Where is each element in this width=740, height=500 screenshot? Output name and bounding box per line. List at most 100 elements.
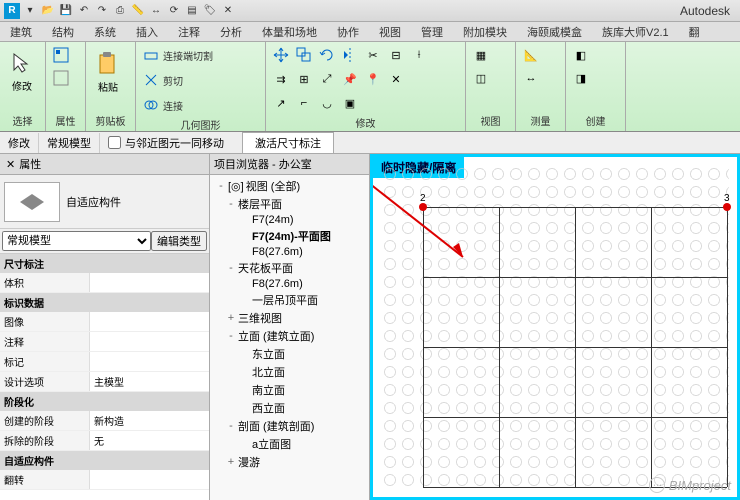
array-icon[interactable]: ⊞ bbox=[293, 68, 315, 90]
join-icon[interactable] bbox=[140, 94, 162, 116]
tab-addins[interactable]: 附加模块 bbox=[453, 22, 517, 41]
hide-icon[interactable]: ◫ bbox=[470, 67, 492, 89]
align-icon[interactable]: ⊟ bbox=[385, 44, 407, 66]
tree-node[interactable]: 南立面 bbox=[212, 381, 367, 399]
tab-struct[interactable]: 结构 bbox=[42, 22, 84, 41]
extend-icon[interactable]: ↗ bbox=[270, 92, 292, 114]
cut-icon[interactable] bbox=[140, 69, 162, 91]
modify-button[interactable]: 修改 bbox=[4, 44, 40, 100]
panel-create-label: 创建 bbox=[570, 112, 621, 129]
tree-node[interactable]: 东立面 bbox=[212, 345, 367, 363]
tab-arch[interactable]: 建筑 bbox=[0, 22, 42, 41]
split-icon[interactable]: ⟊ bbox=[408, 44, 430, 66]
tree-node[interactable]: 西立面 bbox=[212, 399, 367, 417]
tab-manage[interactable]: 管理 bbox=[411, 22, 453, 41]
tab-family[interactable]: 族库大师V2.1 bbox=[592, 22, 679, 41]
tab-more[interactable]: 翻 bbox=[679, 22, 710, 41]
qat-close-icon[interactable]: ✕ bbox=[220, 3, 236, 19]
move-icon[interactable] bbox=[270, 44, 292, 66]
create2-icon[interactable]: ◨ bbox=[570, 67, 592, 89]
tree-node[interactable]: 一层吊顶平面 bbox=[212, 291, 367, 309]
grid-point-3[interactable] bbox=[723, 203, 731, 211]
tab-view[interactable]: 视图 bbox=[369, 22, 411, 41]
project-tree[interactable]: -[◎]视图 (全部) -楼层平面F7(24m)F7(24m)-平面图F8(27… bbox=[210, 175, 369, 500]
tree-node[interactable]: +漫游 bbox=[212, 453, 367, 471]
tab-mass[interactable]: 体量和场地 bbox=[252, 22, 327, 41]
measure-icon[interactable]: 📐 bbox=[520, 44, 542, 66]
prop-row[interactable]: 注释 bbox=[0, 332, 209, 352]
prop-row[interactable]: 创建的阶段新构造 bbox=[0, 411, 209, 431]
tree-root[interactable]: 视图 (全部) bbox=[246, 178, 300, 194]
edit-type-button[interactable]: 编辑类型 bbox=[151, 231, 207, 251]
panel-view-label: 视图 bbox=[470, 112, 511, 129]
prop-row[interactable]: 拆除的阶段无 bbox=[0, 431, 209, 451]
unpin-icon[interactable]: 📍 bbox=[362, 68, 384, 90]
props-title: 属性 bbox=[19, 156, 41, 172]
prop-section: 阶段化 bbox=[0, 392, 209, 411]
prop-row[interactable]: 翻转 bbox=[0, 470, 209, 490]
qat-open-icon[interactable]: 📂 bbox=[40, 3, 56, 19]
create-icon[interactable]: ◧ bbox=[570, 44, 592, 66]
qat-new-icon[interactable]: ▾ bbox=[22, 3, 38, 19]
props-icon[interactable] bbox=[50, 44, 72, 66]
tree-node[interactable]: F8(27.6m) bbox=[212, 277, 367, 291]
tree-node[interactable]: +三维视图 bbox=[212, 309, 367, 327]
trim-icon[interactable]: ✂ bbox=[362, 44, 384, 66]
drawing-canvas[interactable]: 临时隐藏/隔离 2 3 ⋯BIMproject bbox=[370, 154, 740, 500]
type-props-icon[interactable] bbox=[50, 67, 72, 89]
qat-save-icon[interactable]: 💾 bbox=[58, 3, 74, 19]
browser-title: 项目浏览器 - 办公室 bbox=[214, 159, 312, 171]
qat-sync-icon[interactable]: ⟳ bbox=[166, 3, 182, 19]
pin-icon[interactable]: 📌 bbox=[339, 68, 361, 90]
qat-print-icon[interactable]: ⎙ bbox=[112, 3, 128, 19]
context-generic-model[interactable]: 常规模型 bbox=[39, 133, 100, 153]
scale-icon[interactable]: ⤢ bbox=[316, 68, 338, 90]
tree-node[interactable]: F7(24m)-平面图 bbox=[212, 227, 367, 245]
qat-measure-icon[interactable]: 📏 bbox=[130, 3, 146, 19]
qat-redo-icon[interactable]: ↷ bbox=[94, 3, 110, 19]
activate-dimensions-button[interactable]: 激活尺寸标注 bbox=[242, 132, 334, 154]
tree-node[interactable]: -立面 (建筑立面) bbox=[212, 327, 367, 345]
group-icon[interactable]: ▣ bbox=[339, 92, 361, 114]
cope-label: 连接端切割 bbox=[163, 48, 213, 63]
arc-icon[interactable]: ◡ bbox=[316, 92, 338, 114]
tab-annotate[interactable]: 注释 bbox=[168, 22, 210, 41]
dim-icon[interactable]: ↔ bbox=[520, 67, 542, 89]
prop-row[interactable]: 标记 bbox=[0, 352, 209, 372]
tab-analyze[interactable]: 分析 bbox=[210, 22, 252, 41]
qat-section-icon[interactable]: ▤ bbox=[184, 3, 200, 19]
qat-undo-icon[interactable]: ↶ bbox=[76, 3, 92, 19]
tab-collab[interactable]: 协作 bbox=[327, 22, 369, 41]
move-with-nearby-checkbox[interactable]: 与邻近图元一同移动 bbox=[100, 133, 232, 153]
tree-node[interactable]: F8(27.6m) bbox=[212, 245, 367, 259]
prop-row[interactable]: 设计选项主模型 bbox=[0, 372, 209, 392]
paste-button[interactable]: 粘贴 bbox=[90, 44, 126, 100]
tab-system[interactable]: 系统 bbox=[84, 22, 126, 41]
tree-node[interactable]: F7(24m) bbox=[212, 213, 367, 227]
mirror-icon[interactable] bbox=[339, 44, 361, 66]
tree-node[interactable]: a立面图 bbox=[212, 435, 367, 453]
filter-select[interactable]: 常规模型 bbox=[2, 231, 151, 251]
prop-row[interactable]: 图像 bbox=[0, 312, 209, 332]
prop-row[interactable]: 体积 bbox=[0, 273, 209, 293]
panel-select-label: 选择 bbox=[4, 112, 41, 129]
view-icon[interactable]: ▦ bbox=[470, 44, 492, 66]
tab-hywmb[interactable]: 海颐威模盒 bbox=[517, 22, 592, 41]
offset-icon[interactable]: ⇉ bbox=[270, 68, 292, 90]
context-modify[interactable]: 修改 bbox=[0, 133, 39, 153]
tree-node[interactable]: -天花板平面 bbox=[212, 259, 367, 277]
tab-insert[interactable]: 插入 bbox=[126, 22, 168, 41]
rotate-icon[interactable] bbox=[316, 44, 338, 66]
delete-icon[interactable]: ✕ bbox=[385, 68, 407, 90]
cope-icon[interactable] bbox=[140, 44, 162, 66]
tree-node[interactable]: 北立面 bbox=[212, 363, 367, 381]
tree-node[interactable]: -剖面 (建筑剖面) bbox=[212, 417, 367, 435]
corner-icon[interactable]: ⌐ bbox=[293, 92, 315, 114]
tree-node[interactable]: -楼层平面 bbox=[212, 195, 367, 213]
qat-tag-icon[interactable]: 🏷 bbox=[202, 3, 218, 19]
qat-dim-icon[interactable]: ↔ bbox=[148, 3, 164, 19]
properties-grid[interactable]: 尺寸标注体积标识数据图像注释标记设计选项主模型阶段化创建的阶段新构造拆除的阶段无… bbox=[0, 254, 209, 500]
close-icon[interactable]: ✕ bbox=[6, 158, 15, 171]
copy-icon[interactable] bbox=[293, 44, 315, 66]
grid-point-2[interactable] bbox=[419, 203, 427, 211]
